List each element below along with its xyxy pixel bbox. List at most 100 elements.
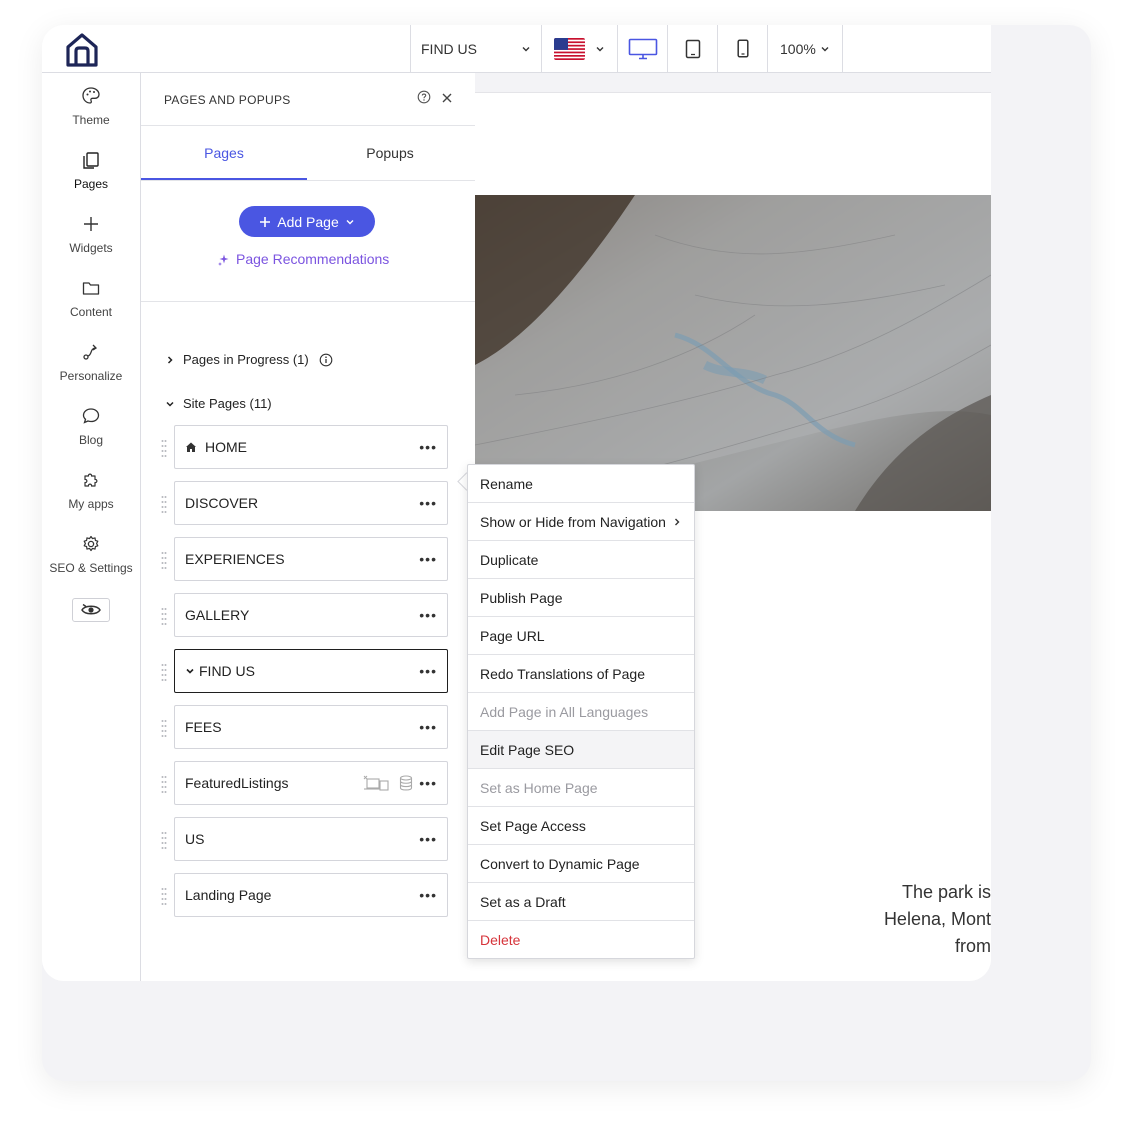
tab-label: Pages bbox=[204, 145, 244, 161]
mobile-view-button[interactable] bbox=[717, 25, 767, 72]
menu-item-set-home-page: Set as Home Page bbox=[468, 768, 694, 806]
chevron-down-icon[interactable] bbox=[185, 666, 195, 676]
drag-handle-icon[interactable] bbox=[161, 551, 167, 569]
page-name: FeaturedListings bbox=[185, 775, 289, 791]
canvas-header-strip bbox=[475, 73, 991, 93]
rail-item-pages[interactable]: Pages bbox=[42, 150, 140, 210]
close-icon[interactable] bbox=[441, 92, 453, 104]
page-row-home[interactable]: HOME ••• bbox=[174, 425, 448, 469]
sparkle-icon bbox=[218, 254, 229, 266]
page-row-experiences[interactable]: EXPERIENCES ••• bbox=[174, 537, 448, 581]
drag-handle-icon[interactable] bbox=[161, 439, 167, 457]
database-icon bbox=[400, 775, 413, 791]
drag-handle-icon[interactable] bbox=[161, 663, 167, 681]
menu-item-duplicate[interactable]: Duplicate bbox=[468, 540, 694, 578]
menu-item-label: Set as a Draft bbox=[480, 893, 566, 910]
menu-item-convert-dynamic[interactable]: Convert to Dynamic Page bbox=[468, 844, 694, 882]
more-options-icon[interactable]: ••• bbox=[419, 776, 437, 790]
page-row-find-us[interactable]: FIND US ••• bbox=[174, 649, 448, 693]
rail-item-content[interactable]: Content bbox=[42, 278, 140, 338]
pages-icon bbox=[83, 152, 99, 169]
menu-item-rename[interactable]: Rename bbox=[468, 465, 694, 502]
more-options-icon[interactable]: ••• bbox=[419, 440, 437, 454]
menu-item-label: Delete bbox=[480, 931, 521, 948]
mobile-icon bbox=[736, 39, 749, 58]
preview-toggle-button[interactable] bbox=[72, 598, 110, 622]
menu-item-edit-page-seo[interactable]: Edit Page SEO bbox=[468, 730, 694, 768]
zoom-selector[interactable]: 100% bbox=[767, 25, 843, 72]
home-logo-icon[interactable] bbox=[62, 29, 102, 69]
menu-item-publish-page[interactable]: Publish Page bbox=[468, 578, 694, 616]
hidden-devices-icon bbox=[363, 775, 389, 791]
menu-item-label: Rename bbox=[480, 475, 533, 492]
tab-popups[interactable]: Popups bbox=[307, 126, 473, 180]
info-icon[interactable] bbox=[319, 353, 333, 367]
rail-item-widgets[interactable]: Widgets bbox=[42, 214, 140, 274]
drag-handle-icon[interactable] bbox=[161, 719, 167, 737]
rail-item-my-apps[interactable]: My apps bbox=[42, 470, 140, 530]
more-options-icon[interactable]: ••• bbox=[419, 832, 437, 846]
add-page-button[interactable]: Add Page bbox=[239, 206, 375, 237]
drag-handle-icon[interactable] bbox=[161, 831, 167, 849]
tab-pages[interactable]: Pages bbox=[141, 126, 307, 180]
menu-item-label: Set Page Access bbox=[480, 817, 586, 834]
page-name: Landing Page bbox=[185, 887, 272, 903]
page-name: FEES bbox=[185, 719, 222, 735]
page-selector[interactable]: FIND US bbox=[410, 25, 541, 72]
more-options-icon[interactable]: ••• bbox=[419, 720, 437, 734]
page-row-fees[interactable]: FEES ••• bbox=[174, 705, 448, 749]
menu-item-set-page-access[interactable]: Set Page Access bbox=[468, 806, 694, 844]
chevron-right-icon bbox=[167, 355, 173, 364]
page-row-us[interactable]: US ••• bbox=[174, 817, 448, 861]
menu-item-set-draft[interactable]: Set as a Draft bbox=[468, 882, 694, 920]
rail-label: My apps bbox=[68, 497, 114, 511]
page-row-discover[interactable]: DISCOVER ••• bbox=[174, 481, 448, 525]
rail-item-seo-settings[interactable]: SEO & Settings bbox=[42, 534, 140, 594]
more-options-icon[interactable]: ••• bbox=[419, 888, 437, 902]
page-row-featured-listings[interactable]: FeaturedListings ••• bbox=[174, 761, 448, 805]
rail-item-personalize[interactable]: Personalize bbox=[42, 342, 140, 402]
rail-label: Personalize bbox=[59, 369, 123, 383]
more-options-icon[interactable]: ••• bbox=[419, 664, 437, 678]
menu-item-page-url[interactable]: Page URL bbox=[468, 616, 694, 654]
tablet-view-button[interactable] bbox=[667, 25, 717, 72]
desktop-icon bbox=[628, 38, 657, 59]
rail-label: SEO & Settings bbox=[49, 561, 133, 575]
drag-handle-icon[interactable] bbox=[161, 775, 167, 793]
drag-handle-icon[interactable] bbox=[161, 887, 167, 905]
section-label: Site Pages (11) bbox=[183, 396, 272, 411]
menu-item-redo-translations[interactable]: Redo Translations of Page bbox=[468, 654, 694, 692]
page-row-landing-page[interactable]: Landing Page ••• bbox=[174, 873, 448, 917]
pages-panel: PAGES AND POPUPS Pages Popups Add Page P… bbox=[141, 73, 476, 981]
chevron-down-icon bbox=[522, 46, 530, 51]
more-options-icon[interactable]: ••• bbox=[419, 496, 437, 510]
rail-label: Widgets bbox=[69, 241, 113, 255]
page-recommendations-link[interactable]: Page Recommendations bbox=[217, 251, 389, 267]
more-options-icon[interactable]: ••• bbox=[419, 608, 437, 622]
rail-label: Content bbox=[69, 305, 113, 319]
language-selector[interactable] bbox=[541, 25, 617, 72]
tablet-icon bbox=[685, 39, 700, 58]
rail-item-theme[interactable]: Theme bbox=[42, 86, 140, 146]
menu-item-show-hide-navigation[interactable]: Show or Hide from Navigation bbox=[468, 502, 694, 540]
rail-item-blog[interactable]: Blog bbox=[42, 406, 140, 466]
page-badges bbox=[363, 775, 413, 791]
page-row-gallery[interactable]: GALLERY ••• bbox=[174, 593, 448, 637]
preview-text-line: The park is bbox=[901, 882, 991, 902]
menu-item-delete[interactable]: Delete bbox=[468, 920, 694, 958]
desktop-view-button[interactable] bbox=[617, 25, 667, 72]
site-pages-toggle[interactable]: Site Pages (11) bbox=[165, 396, 272, 411]
page-name: HOME bbox=[205, 439, 247, 455]
gear-icon bbox=[83, 535, 99, 552]
drag-handle-icon[interactable] bbox=[161, 495, 167, 513]
page-context-menu: Rename Show or Hide from Navigation Dupl… bbox=[467, 464, 695, 959]
pages-in-progress-toggle[interactable]: Pages in Progress (1) bbox=[165, 352, 333, 367]
help-icon[interactable] bbox=[417, 90, 431, 104]
zoom-value: 100% bbox=[780, 40, 816, 57]
more-options-icon[interactable]: ••• bbox=[419, 552, 437, 566]
drag-handle-icon[interactable] bbox=[161, 607, 167, 625]
rail-label: Pages bbox=[73, 177, 109, 191]
preview-body-text: The park is Helena, Mont from bbox=[884, 879, 991, 960]
chevron-down-icon bbox=[821, 46, 829, 51]
section-label: Pages in Progress (1) bbox=[183, 352, 309, 367]
